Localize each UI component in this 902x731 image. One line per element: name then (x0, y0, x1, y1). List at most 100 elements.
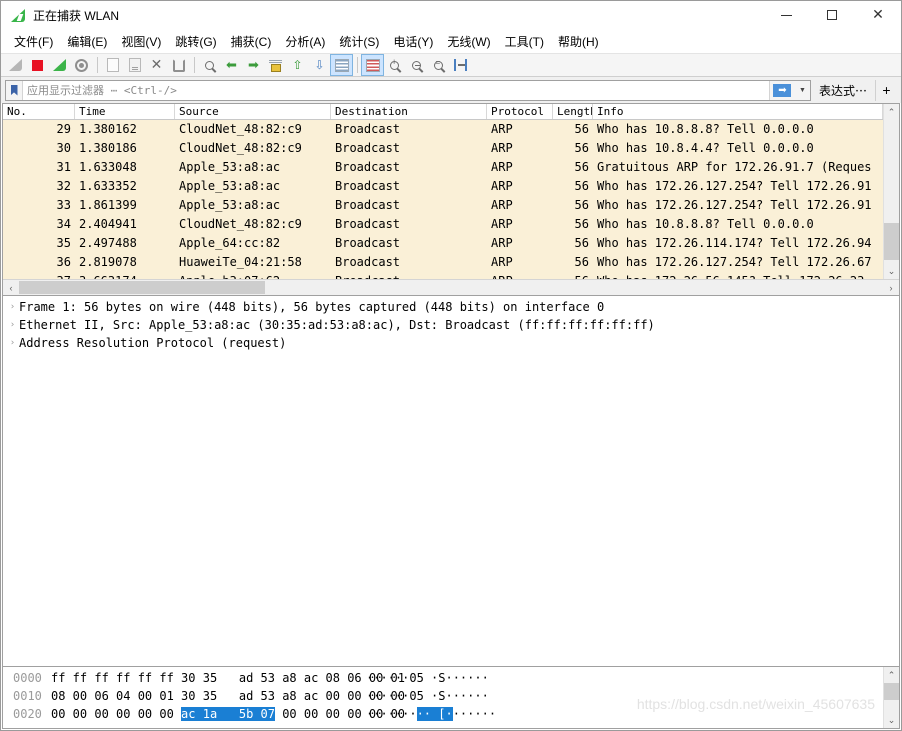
table-row[interactable]: 34 2.404941 CloudNet_48:82:c9 Broadcast ARP 5… (3, 215, 883, 234)
close-button[interactable]: ✕ (855, 1, 901, 30)
zoom-in-icon[interactable] (384, 55, 405, 75)
open-file-icon[interactable] (102, 55, 123, 75)
cell-source: Apple_53:a8:ac (179, 198, 281, 212)
hex-scroll-down-arrow-icon[interactable]: ⌄ (884, 712, 899, 728)
cell-length: 56 (574, 141, 589, 155)
hex-offset: 0000 (13, 671, 42, 685)
table-row[interactable]: 31 1.633048 Apple_53:a8:ac Broadcast ARP 56 Gr… (3, 158, 883, 177)
menu-wireless[interactable]: 无线(W) (440, 30, 497, 54)
column-destination[interactable]: Destination (331, 104, 487, 119)
scroll-right-arrow-icon[interactable]: › (883, 280, 899, 295)
save-file-icon[interactable] (124, 55, 145, 75)
packet-details-pane[interactable]: › Frame 1: 56 bytes on wire (448 bits), 5… (2, 296, 900, 667)
cell-source: HuaweiTe_04:21:58 (179, 255, 302, 269)
maximize-button[interactable] (809, 1, 855, 30)
capture-options-icon[interactable] (71, 55, 92, 75)
reload-file-icon[interactable] (168, 55, 189, 75)
menu-analyze[interactable]: 分析(A) (278, 30, 332, 54)
detail-row[interactable]: › Frame 1: 56 bytes on wire (448 bits), 5… (3, 298, 899, 316)
hex-scroll-up-arrow-icon[interactable]: ⌃ (884, 667, 899, 683)
hex-dump-content[interactable]: 0000 ff ff ff ff ff ff 30 35 ad 53 a8 ac … (3, 667, 883, 728)
table-row[interactable]: 32 1.633352 Apple_53:a8:ac Broadcast ARP 56 Wh… (3, 177, 883, 196)
hex-row[interactable]: 0010 08 00 06 04 00 01 30 35 ad 53 a8 ac … (3, 687, 883, 705)
bookmark-icon[interactable] (6, 80, 23, 100)
toolbar-separator-2 (194, 57, 195, 73)
detail-row[interactable]: › Address Resolution Protocol (request) (3, 334, 899, 352)
apply-filter-arrow-icon[interactable]: ➡ (768, 80, 795, 100)
hex-row[interactable]: 0020 00 00 00 00 00 00 ac 1a 5b 07 00 00 … (3, 705, 883, 723)
colorize-icon[interactable] (361, 54, 384, 76)
horizontal-scroll-track[interactable] (19, 280, 883, 295)
column-protocol[interactable]: Protocol (487, 104, 553, 119)
cell-time: 1.633048 (79, 160, 137, 174)
table-row[interactable]: 35 2.497488 Apple_64:cc:82 Broadcast ARP 56 Wh… (3, 234, 883, 253)
auto-scroll-icon[interactable] (330, 54, 353, 76)
find-packet-icon[interactable] (199, 55, 220, 75)
menu-capture[interactable]: 捕获(C) (224, 30, 279, 54)
go-to-first-icon[interactable]: ⇧ (287, 55, 308, 75)
go-forward-icon[interactable]: ➡ (243, 55, 264, 75)
hex-bytes: 08 00 06 04 00 01 30 35 ad 53 a8 ac 00 0… (51, 689, 406, 703)
expander-triangle-icon[interactable]: › (6, 338, 19, 348)
chevron-down-icon[interactable]: ▼ (794, 80, 810, 100)
detail-row[interactable]: › Ethernet II, Src: Apple_53:a8:ac (30:35… (3, 316, 899, 334)
hex-vertical-scroll-thumb[interactable] (884, 683, 899, 701)
cell-time: 1.380162 (79, 122, 137, 136)
column-info[interactable]: Info (593, 104, 883, 119)
menu-edit[interactable]: 编辑(E) (60, 30, 114, 54)
go-back-icon[interactable]: ⬅ (221, 55, 242, 75)
scroll-down-arrow-icon[interactable]: ⌄ (884, 263, 899, 279)
zoom-out-icon[interactable] (406, 55, 427, 75)
menu-telephony[interactable]: 电话(Y) (386, 30, 440, 54)
cell-destination: Broadcast (335, 179, 401, 193)
cell-length: 56 (574, 160, 589, 174)
menu-file[interactable]: 文件(F) (7, 30, 60, 54)
packet-bytes-pane[interactable]: 0000 ff ff ff ff ff ff 30 35 ad 53 a8 ac … (2, 667, 900, 729)
hex-vertical-scroll-track[interactable] (884, 683, 899, 712)
resize-columns-icon[interactable] (450, 55, 471, 75)
column-no[interactable]: No. (3, 104, 75, 119)
filter-input-container[interactable]: 应用显示过滤器 ⋯ <Ctrl-/> ➡ ▼ (5, 79, 811, 101)
stop-capture-icon[interactable] (27, 55, 48, 75)
column-time[interactable]: Time (75, 104, 175, 119)
expression-button[interactable]: 表达式⋯ (811, 80, 875, 101)
vertical-scroll-track[interactable] (884, 120, 899, 263)
start-capture-icon[interactable] (5, 55, 26, 75)
table-row[interactable]: 29 1.380162 CloudNet_48:82:c9 Broadcast ARP 5… (3, 120, 883, 139)
cell-no: 35 (56, 236, 71, 250)
packet-list-vertical-scrollbar[interactable]: ⌃ ⌄ (883, 104, 899, 279)
cell-destination: Broadcast (335, 217, 401, 231)
vertical-scroll-thumb[interactable] (884, 222, 899, 261)
restart-capture-icon[interactable] (49, 55, 70, 75)
hex-vertical-scrollbar[interactable]: ⌃ ⌄ (883, 667, 899, 728)
column-length[interactable]: Length (553, 104, 593, 119)
horizontal-scroll-thumb[interactable] (19, 281, 265, 294)
go-to-packet-icon[interactable] (265, 55, 286, 75)
search-input[interactable]: 应用显示过滤器 ⋯ <Ctrl-/> (23, 82, 769, 98)
menu-go[interactable]: 跳转(G) (168, 30, 223, 54)
menu-view[interactable]: 视图(V) (114, 30, 168, 54)
minimize-button[interactable] (763, 1, 809, 30)
table-row[interactable]: 33 1.861399 Apple_53:a8:ac Broadcast ARP 56 Wh… (3, 196, 883, 215)
hex-row[interactable]: 0000 ff ff ff ff ff ff 30 35 ad 53 a8 ac … (3, 669, 883, 687)
menu-tools[interactable]: 工具(T) (498, 30, 551, 54)
menu-statistics[interactable]: 统计(S) (332, 30, 386, 54)
cell-source: CloudNet_48:82:c9 (179, 217, 302, 231)
cell-length: 56 (574, 236, 589, 250)
scroll-left-arrow-icon[interactable]: ‹ (3, 280, 19, 295)
table-row[interactable]: 36 2.819078 HuaweiTe_04:21:58 Broadcast ARP 5… (3, 253, 883, 272)
expander-triangle-icon[interactable]: › (6, 302, 19, 312)
zoom-reset-icon[interactable] (428, 55, 449, 75)
scroll-up-arrow-icon[interactable]: ⌃ (884, 104, 899, 120)
wireshark-shark-fin-icon (10, 7, 26, 23)
menu-help[interactable]: 帮助(H) (551, 30, 606, 54)
go-to-last-icon[interactable]: ⇩ (309, 55, 330, 75)
table-row[interactable]: 30 1.380186 CloudNet_48:82:c9 Broadcast ARP 5… (3, 139, 883, 158)
packet-list-horizontal-scrollbar[interactable]: ‹ › (3, 279, 899, 295)
add-filter-button[interactable]: + (875, 79, 897, 101)
table-row[interactable]: 373.663174Apple_b3:07:62BroadcastARP56Wh… (3, 272, 883, 279)
column-source[interactable]: Source (175, 104, 331, 119)
expander-triangle-icon[interactable]: › (6, 320, 19, 330)
hex-bytes-selected: ac 1a 5b 07 (181, 707, 275, 721)
close-file-icon[interactable]: ✕ (146, 55, 167, 75)
